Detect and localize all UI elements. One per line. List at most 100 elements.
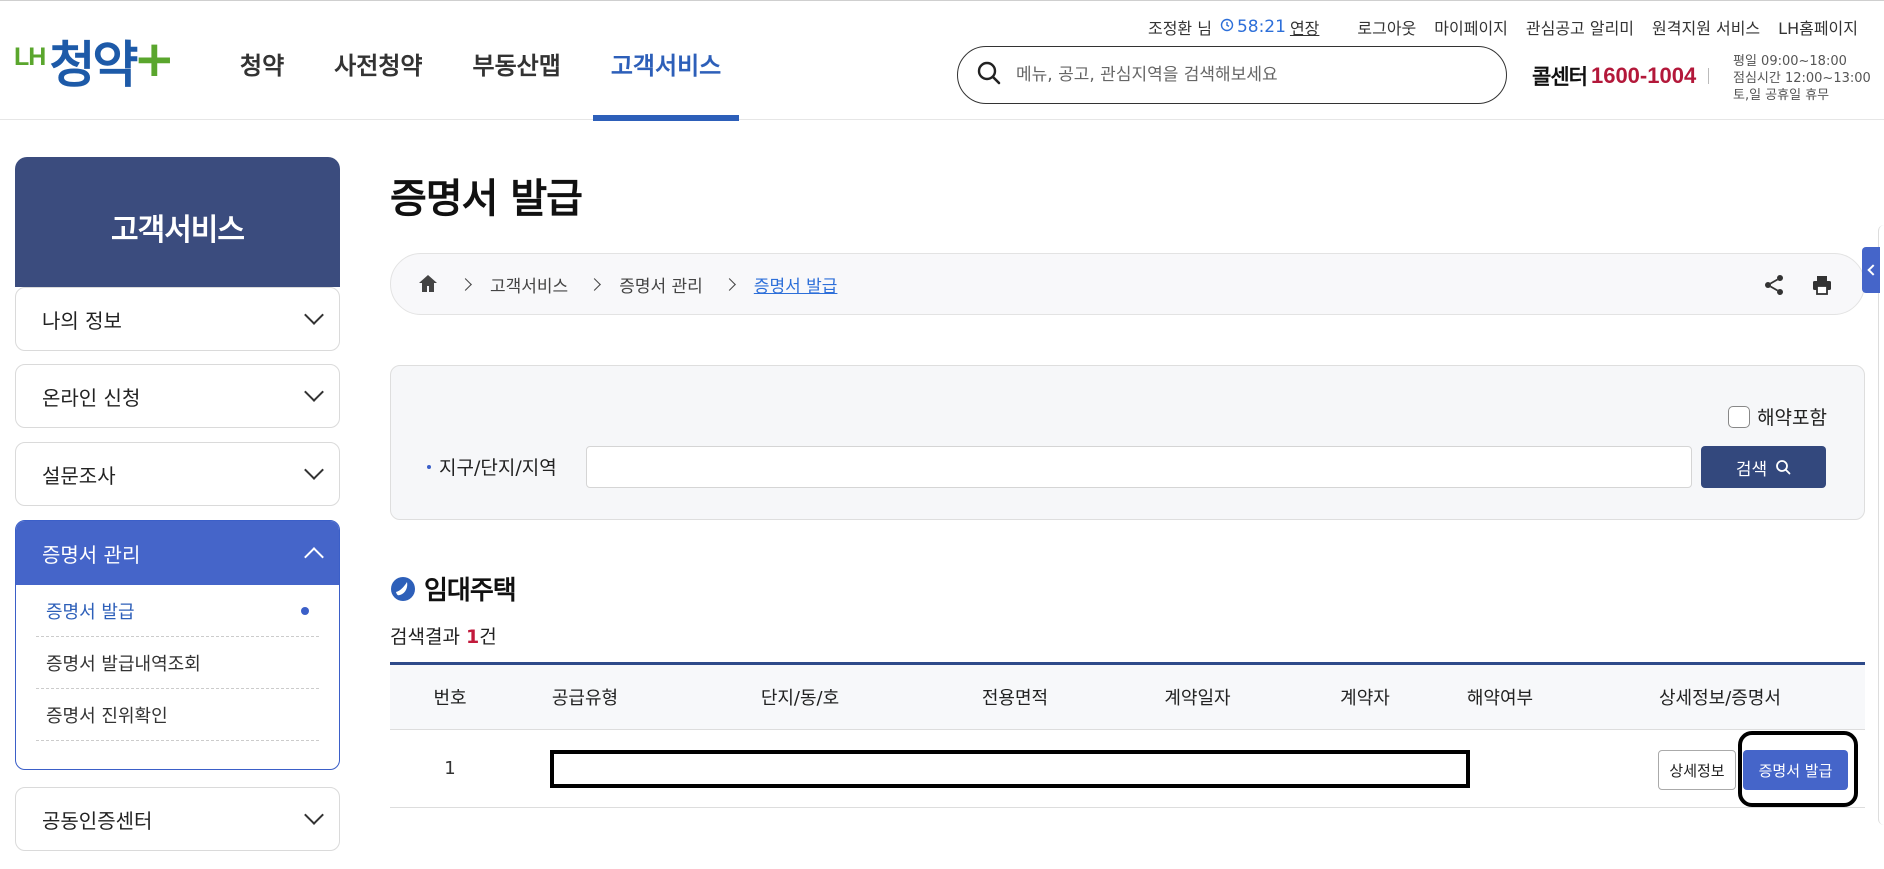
sidebar-sub-verify-certificate[interactable]: 증명서 진위확인 bbox=[36, 689, 319, 741]
call-center-label: 콜센터 bbox=[1532, 65, 1588, 89]
site-header: LH 청약 + 청약 사전청약 부동산맵 고객서비스 조정환 님 58:21 연… bbox=[0, 6, 1884, 121]
utility-bar: 조정환 님 58:21 연장 로그아웃 마이페이지 관심공고 알리미 원격지원 … bbox=[1148, 15, 1858, 39]
nav-subscription[interactable]: 청약 bbox=[222, 6, 302, 120]
col-header-detail: 상세정보/증명서 bbox=[1659, 688, 1781, 709]
session-timer: 58:21 bbox=[1236, 17, 1286, 37]
notice-alert-link[interactable]: 관심공고 알리미 bbox=[1526, 15, 1634, 39]
chevron-down-icon bbox=[304, 460, 324, 480]
lh-homepage-link[interactable]: LH홈페이지 bbox=[1778, 15, 1858, 39]
call-center: 콜센터 1600-1004 bbox=[1532, 61, 1719, 91]
col-header-no: 번호 bbox=[433, 688, 467, 709]
side-panel-edge bbox=[1878, 225, 1884, 825]
search-icon[interactable] bbox=[976, 60, 1002, 90]
region-field-label: 지구/단지/지역 bbox=[427, 453, 557, 480]
sidebar-sub-issue-certificate[interactable]: 증명서 발급 bbox=[36, 585, 319, 637]
search-button[interactable]: 검색 bbox=[1701, 446, 1826, 488]
sidebar-item-label: 온라인 신청 bbox=[42, 385, 141, 410]
result-table: 번호 공급유형 단지/동/호 전용면적 계약일자 계약자 해약여부 상세정보/증… bbox=[390, 662, 1865, 808]
result-prefix: 검색결과 bbox=[390, 626, 466, 648]
mypage-link[interactable]: 마이페이지 bbox=[1434, 15, 1508, 39]
include-cancelled-checkbox[interactable]: 해약포함 bbox=[1728, 403, 1827, 430]
logout-link[interactable]: 로그아웃 bbox=[1357, 15, 1416, 39]
sidebar-item-label: 증명서 관리 bbox=[42, 542, 141, 567]
sidebar-sub-list: 증명서 발급 증명서 발급내역조회 증명서 진위확인 bbox=[16, 585, 339, 741]
hours-lunch: 점심시간 12:00~13:00 bbox=[1733, 71, 1871, 86]
global-search-input[interactable] bbox=[1016, 65, 1486, 85]
breadcrumb-certificate-management[interactable]: 증명서 관리 bbox=[619, 272, 703, 297]
rental-housing-icon bbox=[391, 576, 415, 601]
checkbox-box[interactable] bbox=[1728, 405, 1751, 428]
col-header-contract-date: 계약일자 bbox=[1164, 688, 1231, 709]
extend-session-link[interactable]: 연장 bbox=[1290, 15, 1319, 39]
page-title: 증명서 발급 bbox=[390, 176, 583, 222]
hours-weekday: 평일 09:00~18:00 bbox=[1733, 54, 1847, 69]
result-count: 검색결과 1건 bbox=[390, 622, 497, 649]
sidebar-group-certificate: 증명서 관리 증명서 발급 증명서 발급내역조회 증명서 진위확인 bbox=[15, 520, 340, 770]
sidebar-title: 고객서비스 bbox=[15, 157, 340, 287]
sidebar-sub-label: 증명서 발급 bbox=[46, 601, 135, 623]
sidebar-item-online-request[interactable]: 온라인 신청 bbox=[15, 364, 340, 428]
hours-closed: 토,일 공휴일 휴무 bbox=[1733, 88, 1830, 103]
nav-pre-subscription[interactable]: 사전청약 bbox=[316, 6, 440, 120]
breadcrumb-tools bbox=[1738, 273, 1834, 297]
nav-real-estate-map[interactable]: 부동산맵 bbox=[455, 6, 579, 120]
chevron-right-icon bbox=[459, 277, 472, 291]
col-header-cancelled: 해약여부 bbox=[1466, 688, 1534, 709]
search-button-label: 검색 bbox=[1735, 459, 1768, 480]
sidebar: 고객서비스 나의 정보 온라인 신청 설문조사 증명서 관리 증명서 발급 증명… bbox=[15, 157, 340, 851]
logo-main-text: 청약 bbox=[49, 36, 138, 94]
section-title: 임대주택 bbox=[390, 570, 517, 607]
active-dot-icon bbox=[301, 606, 309, 615]
table-header: 번호 공급유형 단지/동/호 전용면적 계약일자 계약자 해약여부 상세정보/증… bbox=[390, 662, 1865, 730]
sidebar-item-label: 설문조사 bbox=[42, 463, 116, 488]
home-icon[interactable] bbox=[417, 273, 439, 295]
breadcrumb: 고객서비스 증명서 관리 증명서 발급 bbox=[390, 253, 1865, 315]
logo-plus-icon: + bbox=[133, 30, 176, 88]
clock-icon bbox=[1220, 18, 1234, 36]
remote-support-link[interactable]: 원격지원 서비스 bbox=[1652, 15, 1760, 39]
search-icon bbox=[1776, 460, 1791, 475]
logo-lh-text: LH bbox=[14, 43, 46, 71]
include-cancelled-label: 해약포함 bbox=[1757, 407, 1827, 429]
region-input[interactable] bbox=[586, 446, 1692, 488]
issue-certificate-button[interactable]: 증명서 발급 bbox=[1743, 750, 1848, 790]
sidebar-sub-issue-history[interactable]: 증명서 발급내역조회 bbox=[36, 637, 319, 689]
breadcrumb-customer-service[interactable]: 고객서비스 bbox=[490, 272, 568, 297]
table-row: 1 상세정보 증명서 발급 bbox=[390, 730, 1865, 808]
call-center-divider bbox=[1708, 68, 1710, 84]
chevron-down-icon bbox=[304, 805, 324, 825]
sidebar-item-auth-center[interactable]: 공동인증센터 bbox=[15, 787, 340, 851]
call-center-number: 1600-1004 bbox=[1590, 63, 1697, 88]
call-center-hours: 평일 09:00~18:00 점심시간 12:00~13:00 토,일 공휴일 … bbox=[1733, 53, 1871, 104]
site-logo[interactable]: LH 청약 + bbox=[14, 30, 175, 100]
side-panel-toggle[interactable] bbox=[1862, 247, 1880, 293]
sidebar-item-label: 공동인증센터 bbox=[42, 808, 153, 833]
print-icon[interactable] bbox=[1810, 273, 1834, 297]
col-header-contractor: 계약자 bbox=[1340, 688, 1390, 709]
chevron-right-icon bbox=[588, 277, 602, 291]
breadcrumb-current[interactable]: 증명서 발급 bbox=[754, 272, 838, 297]
sidebar-item-certificate-management[interactable]: 증명서 관리 bbox=[16, 521, 339, 585]
chevron-down-icon bbox=[304, 305, 324, 325]
result-suffix: 건 bbox=[479, 626, 497, 648]
nav-customer-service[interactable]: 고객서비스 bbox=[592, 6, 740, 121]
user-name: 조정환 님 bbox=[1147, 19, 1212, 38]
sidebar-item-label: 나의 정보 bbox=[42, 308, 122, 333]
sidebar-item-my-info[interactable]: 나의 정보 bbox=[15, 287, 340, 351]
sidebar-sub-label: 증명서 진위확인 bbox=[46, 705, 168, 727]
col-header-supply-type: 공급유형 bbox=[551, 688, 619, 709]
chevron-right-icon bbox=[722, 277, 736, 291]
sidebar-sub-label: 증명서 발급내역조회 bbox=[46, 653, 201, 675]
col-header-area: 전용면적 bbox=[981, 688, 1049, 709]
share-icon[interactable] bbox=[1762, 273, 1786, 297]
sidebar-item-survey[interactable]: 설문조사 bbox=[15, 442, 340, 506]
detail-button[interactable]: 상세정보 bbox=[1658, 750, 1736, 790]
chevron-up-icon bbox=[304, 547, 324, 567]
global-search bbox=[957, 46, 1507, 104]
chevron-down-icon bbox=[304, 382, 324, 402]
result-count-number: 1 bbox=[465, 626, 480, 648]
col-header-unit: 단지/동/호 bbox=[760, 688, 840, 709]
main-nav: 청약 사전청약 부동산맵 고객서비스 bbox=[222, 6, 753, 121]
region-field-text: 지구/단지/지역 bbox=[439, 457, 557, 479]
cell-no: 1 bbox=[444, 758, 456, 779]
